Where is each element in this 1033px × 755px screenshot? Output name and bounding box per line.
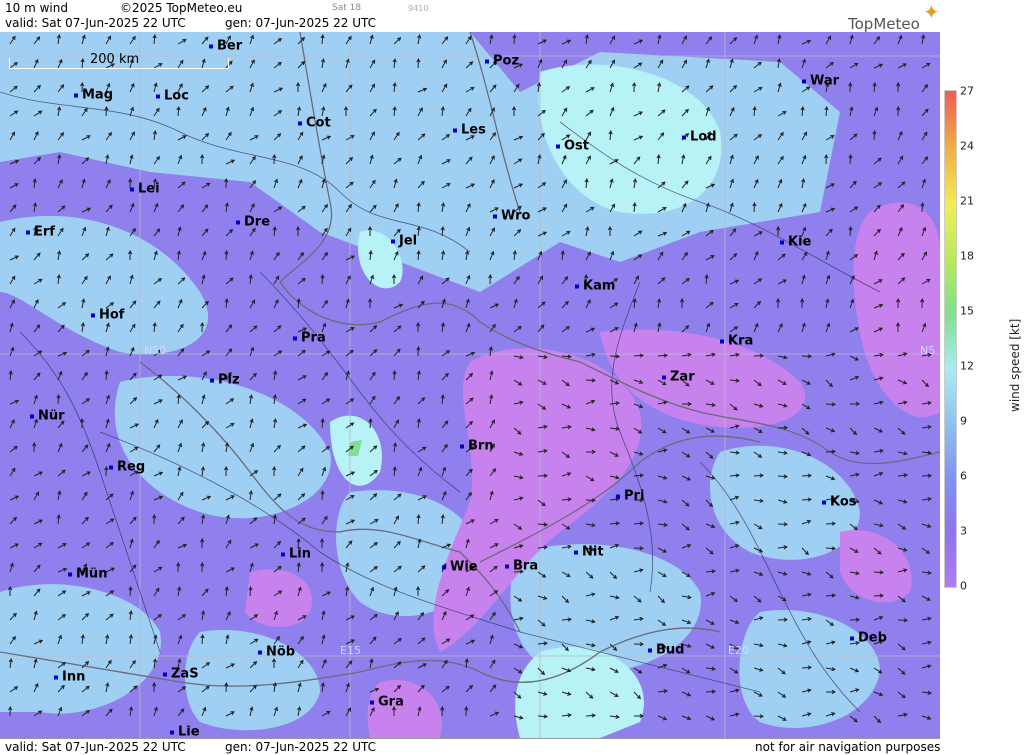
legend-tick: 27 (960, 84, 974, 98)
city-marker: Kie (780, 235, 811, 250)
city-marker: Nit (574, 545, 604, 560)
parameter-title: 10 m wind (5, 1, 68, 15)
city-marker: Inn (54, 670, 85, 685)
city-marker: ZaS (163, 667, 199, 682)
city-marker: Lie (170, 725, 200, 738)
header-bar: 10 m wind ©2025 TopMeteo.eu Sat 18 9410 … (0, 0, 940, 33)
code: 9410 (408, 4, 429, 13)
legend-tick: 15 (960, 304, 974, 318)
legend-tick: 18 (960, 249, 974, 263)
city-marker: Les (453, 123, 486, 138)
city-marker: Lod (682, 130, 717, 145)
city-marker: Jel (391, 234, 417, 249)
disclaimer: not for air navigation purposes (755, 740, 941, 754)
copyright: ©2025 TopMeteo.eu (120, 1, 243, 15)
valid-time: valid: Sat 07-Jun-2025 22 UTC (5, 16, 186, 30)
city-marker: Mag (74, 88, 113, 103)
scale-label: 200 km (90, 52, 140, 67)
city-marker: Cot (298, 116, 331, 131)
legend-tick: 6 (960, 469, 967, 483)
city-marker: Lin (281, 547, 311, 562)
city-marker: Ber (209, 39, 242, 54)
wind-map[interactable]: 200 km N50 N5 E15 E20 Ber Poz War Mag Lo… (0, 32, 940, 738)
wind-field-svg (0, 32, 940, 738)
city-marker: Wro (493, 209, 530, 224)
city-marker: Erf (26, 225, 55, 240)
compass-star-icon: ✦ (923, 0, 940, 24)
city-marker: Mün (68, 567, 107, 582)
legend-unit-label: wind speed [kt] (1008, 318, 1022, 412)
city-marker: Pri (616, 489, 644, 504)
city-marker: Ost (556, 139, 589, 154)
city-marker: Hof (91, 308, 124, 323)
city-marker: Dre (236, 215, 270, 230)
legend-tick: 3 (960, 524, 967, 538)
footer-generated-time: gen: 07-Jun-2025 22 UTC (225, 740, 377, 754)
lon-label-e20: E20 (728, 644, 749, 657)
legend-tick: 12 (960, 359, 974, 373)
lat-label-n5: N5 (920, 344, 936, 357)
city-marker: Bud (648, 643, 684, 658)
city-marker: Kra (720, 334, 753, 349)
lat-label-n50: N50 (144, 344, 167, 357)
generated-time: gen: 07-Jun-2025 22 UTC (225, 16, 377, 30)
lon-label-e15: E15 (340, 644, 361, 657)
city-marker: Reg (109, 460, 145, 475)
legend-tick: 21 (960, 194, 974, 208)
legend-tick: 9 (960, 414, 967, 428)
city-marker: Bra (505, 559, 538, 574)
city-marker: Poz (485, 54, 519, 69)
city-marker: Pra (293, 331, 326, 346)
city-marker: Wie (442, 560, 478, 575)
city-marker: War (802, 74, 839, 89)
city-marker: Plz (210, 373, 240, 388)
city-marker: Deb (850, 631, 887, 646)
footer-bar: valid: Sat 07-Jun-2025 22 UTC gen: 07-Ju… (0, 738, 940, 755)
color-scale-bar (944, 90, 957, 588)
city-marker: Gra (370, 695, 404, 710)
city-marker: Zar (662, 370, 695, 385)
city-marker: Kam (575, 279, 615, 294)
footer-valid-time: valid: Sat 07-Jun-2025 22 UTC (5, 740, 186, 754)
color-legend: 27 24 21 18 15 12 9 6 3 0 wind speed [kt… (940, 0, 1033, 754)
city-marker: Loc (156, 89, 189, 104)
city-marker: Nöb (258, 645, 295, 660)
run-info: Sat 18 (332, 3, 362, 13)
legend-tick: 24 (960, 139, 974, 153)
city-marker: Brn (460, 439, 494, 454)
city-marker: Nür (30, 409, 65, 424)
legend-tick: 0 (960, 579, 967, 593)
brand-logo: TopMeteo (848, 15, 920, 33)
city-marker: Kos (822, 495, 857, 510)
city-marker: Lei (130, 182, 160, 197)
